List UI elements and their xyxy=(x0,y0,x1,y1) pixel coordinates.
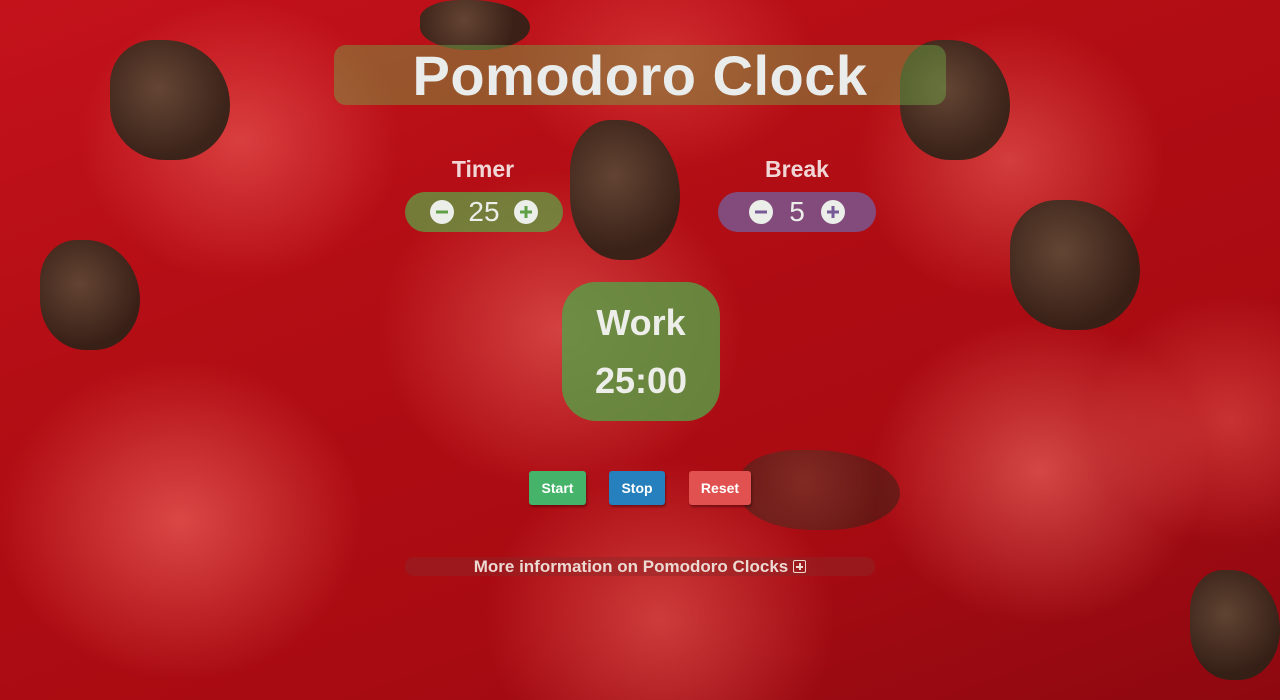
clock-display: Work 25:00 xyxy=(562,282,720,421)
stop-button[interactable]: Stop xyxy=(609,471,665,505)
plus-circle-icon xyxy=(520,206,532,218)
timer-label: Timer xyxy=(451,156,515,182)
countdown-time: 25:00 xyxy=(594,360,688,401)
break-decrement-button[interactable] xyxy=(749,200,773,224)
more-info-toggle[interactable]: More information on Pomodoro Clocks xyxy=(405,557,875,576)
plus-square-icon xyxy=(793,560,807,573)
tomato-stem-decoration xyxy=(570,120,680,260)
break-increment-button[interactable] xyxy=(821,200,845,224)
timer-increment-button[interactable] xyxy=(514,200,538,224)
reset-button[interactable]: Reset xyxy=(689,471,751,505)
break-value: 5 xyxy=(789,196,805,227)
tomato-stem-decoration xyxy=(1190,570,1280,680)
more-info-label: More information on Pomodoro Clocks xyxy=(473,556,789,576)
timer-setting: 25 xyxy=(405,192,563,232)
tomato-stem-decoration xyxy=(1010,200,1140,330)
start-button[interactable]: Start xyxy=(529,471,586,505)
minus-circle-icon xyxy=(755,210,767,214)
page-title: Pomodoro Clock xyxy=(412,44,868,107)
minus-circle-icon xyxy=(436,210,448,214)
break-setting: 5 xyxy=(718,192,876,232)
plus-circle-icon xyxy=(827,206,839,218)
tomato-stem-decoration xyxy=(110,40,230,160)
timer-decrement-button[interactable] xyxy=(430,200,454,224)
break-label: Break xyxy=(765,156,829,182)
session-mode: Work xyxy=(596,302,686,343)
tomato-stem-decoration xyxy=(420,0,530,50)
tomato-stem-decoration xyxy=(740,450,900,530)
tomato-stem-decoration xyxy=(40,240,140,350)
timer-value: 25 xyxy=(468,196,500,227)
title-banner: Pomodoro Clock xyxy=(334,44,946,107)
